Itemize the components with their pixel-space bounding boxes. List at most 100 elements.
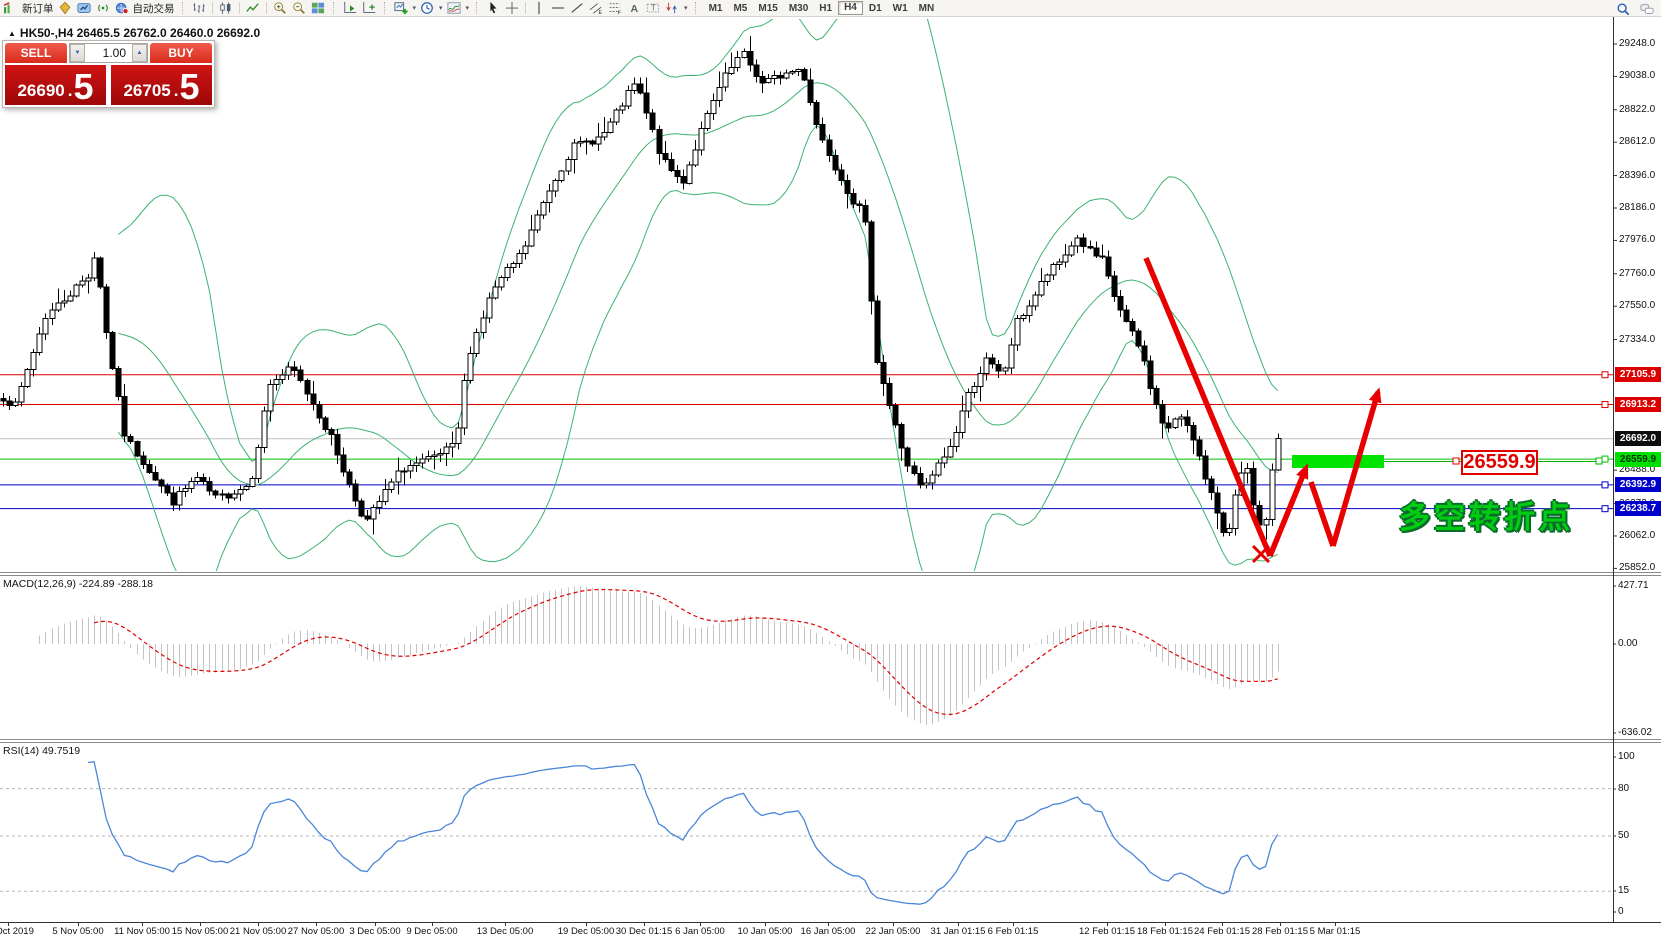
toolbar-grip [695, 2, 697, 14]
autotrading-icon[interactable] [114, 0, 130, 16]
price-level-label: 26392.9 [1615, 477, 1661, 492]
rsi-scale-label: 80 [1618, 783, 1629, 794]
svg-text:T: T [651, 4, 656, 13]
add-indicator-icon[interactable] [393, 0, 409, 16]
fibonacci-icon[interactable]: F [607, 0, 623, 16]
one-click-trading-panel: SELL ▼ 1.00 ▲ BUY 26690.5 26705.5 [2, 40, 215, 108]
period-clock-icon[interactable] [419, 0, 435, 16]
chart-title: ▲ HK50-,H4 26465.5 26762.0 26460.0 26692.… [8, 26, 260, 40]
price-level-label: 26559.9 [1615, 452, 1661, 467]
vertical-line-icon[interactable] [531, 0, 547, 16]
timeframe-button-m5[interactable]: M5 [728, 1, 752, 16]
price-axis-tick: 28612.0 [1619, 136, 1655, 147]
text-tool-icon[interactable]: A [626, 0, 642, 16]
macd-scale-label: 0.00 [1618, 638, 1637, 649]
chart-bars-partial-icon[interactable] [3, 0, 19, 16]
price-axis-tick: 28186.0 [1619, 202, 1655, 213]
price-level-label: 26913.2 [1615, 397, 1661, 412]
time-axis-label: 13 Dec 05:00 [460, 926, 550, 937]
timeframe-button-h1[interactable]: H1 [814, 1, 837, 16]
text-label-icon[interactable]: T [645, 0, 661, 16]
rsi-scale-label: 15 [1618, 885, 1629, 896]
macd-scale-label: 427.71 [1618, 580, 1649, 591]
indicators-dropdown-caret-icon[interactable]: ▾ [466, 4, 470, 12]
macd-scale-label: -636.02 [1618, 727, 1652, 738]
indicators-waves-icon[interactable] [446, 0, 462, 16]
add-indicator-dropdown-caret-icon[interactable]: ▾ [413, 4, 417, 12]
bar-chart-icon[interactable] [191, 0, 207, 16]
price-callout-box[interactable]: 26559.9 [1461, 450, 1538, 475]
macd-label: MACD(12,26,9) -224.89 -288.18 [3, 578, 153, 590]
toolbar-separator [525, 2, 526, 14]
buy-price[interactable]: 26705.5 [111, 65, 212, 105]
sell-price-dot: . [68, 82, 73, 99]
toolbar-grip [384, 2, 386, 14]
equidistant-channel-icon[interactable]: E [588, 0, 604, 16]
mql-diamond-icon[interactable] [57, 0, 73, 16]
zoom-out-icon[interactable] [291, 0, 307, 16]
horizontal-line-icon[interactable] [550, 0, 566, 16]
time-axis-label: 5 Mar 01:15 [1290, 926, 1380, 937]
sell-price[interactable]: 26690.5 [5, 65, 106, 105]
volume-decrease-button[interactable]: ▼ [70, 44, 85, 62]
svg-text:E: E [599, 10, 603, 15]
line-chart-icon[interactable] [245, 0, 261, 16]
new-order-button[interactable]: 新订单 [22, 1, 54, 16]
buy-price-frac: 5 [179, 73, 199, 102]
search-icon[interactable] [1615, 1, 1631, 17]
buy-price-dot: . [174, 82, 179, 99]
price-axis-tick: 27550.0 [1619, 300, 1655, 311]
tile-windows-icon[interactable] [310, 0, 326, 16]
price-axis-tick: 29038.0 [1619, 70, 1655, 81]
timeframe-button-mn[interactable]: MN [914, 1, 940, 16]
volume-spinner[interactable]: ▼ 1.00 ▲ [69, 43, 148, 63]
toolbar-grip [476, 2, 478, 14]
price-level-label: 26692.0 [1615, 431, 1661, 446]
price-level-label: 26238.7 [1615, 501, 1661, 516]
toolbar-separator [239, 2, 240, 14]
price-axis-tick: 28396.0 [1619, 170, 1655, 181]
svg-text:A: A [631, 3, 639, 15]
buy-button[interactable]: BUY [150, 43, 212, 63]
price-axis-tick: 29248.0 [1619, 38, 1655, 49]
market-watch-icon[interactable] [76, 0, 92, 16]
price-level-label: 27105.9 [1615, 367, 1661, 382]
zoom-in-icon[interactable] [272, 0, 288, 16]
arrow-shapes-icon[interactable] [664, 0, 680, 16]
buy-price-main: 26705 [123, 82, 170, 99]
timeframe-button-m1[interactable]: M1 [704, 1, 728, 16]
volume-increase-button[interactable]: ▲ [132, 44, 147, 62]
price-axis-tick: 28822.0 [1619, 104, 1655, 115]
candlestick-chart-icon[interactable] [218, 0, 234, 16]
trendline-icon[interactable] [569, 0, 585, 16]
autotrading-button[interactable]: 自动交易 [133, 1, 175, 16]
volume-value[interactable]: 1.00 [85, 44, 132, 62]
price-axis-tick: 25852.0 [1619, 562, 1655, 573]
timeframe-button-w1[interactable]: W1 [888, 1, 913, 16]
toolbar-separator [266, 2, 267, 14]
chart-shift-icon[interactable] [361, 0, 377, 16]
timeframe-button-m30[interactable]: M30 [784, 1, 813, 16]
period-dropdown-caret-icon[interactable]: ▾ [439, 4, 443, 12]
sell-price-main: 26690 [17, 82, 64, 99]
rsi-label: RSI(14) 49.7519 [3, 745, 80, 757]
signals-icon[interactable] [95, 0, 111, 16]
cursor-icon[interactable] [485, 0, 501, 16]
toolbar: 新订单 自动交易 ▾ ▾ [0, 0, 1661, 17]
toolbar-separator [212, 2, 213, 14]
turning-point-label[interactable]: 多空转折点 [1399, 492, 1574, 537]
timeframe-group: M1M5M15M30H1H4D1W1MN [704, 1, 940, 16]
crosshair-icon[interactable] [504, 0, 520, 16]
auto-scroll-icon[interactable] [342, 0, 358, 16]
timeframe-button-d1[interactable]: D1 [864, 1, 887, 16]
timeframe-button-h4[interactable]: H4 [838, 1, 863, 15]
shapes-dropdown-caret-icon[interactable]: ▾ [684, 4, 688, 12]
chart-title-text: HK50-,H4 26465.5 26762.0 26460.0 26692.0 [20, 26, 260, 40]
price-axis-tick: 27976.0 [1619, 234, 1655, 245]
price-axis-tick: 27334.0 [1619, 334, 1655, 345]
symbol-dropdown-icon[interactable]: ▲ [8, 29, 16, 38]
sell-button[interactable]: SELL [5, 43, 67, 63]
timeframe-button-m15[interactable]: M15 [753, 1, 782, 16]
chat-icon[interactable] [1639, 1, 1655, 17]
svg-text:F: F [618, 11, 621, 15]
